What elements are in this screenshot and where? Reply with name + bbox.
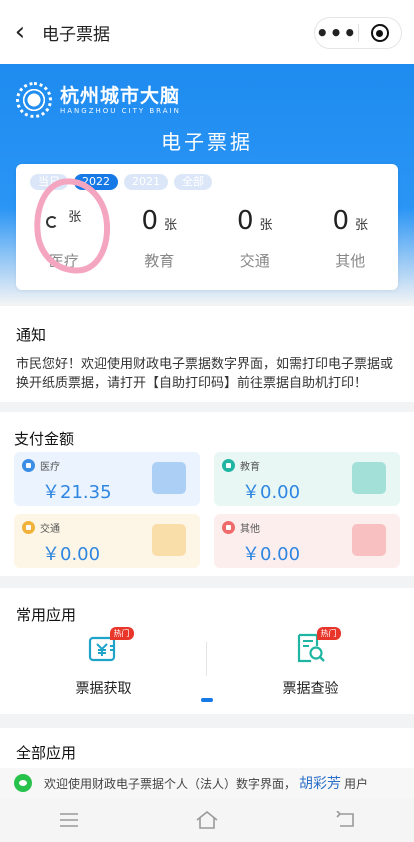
menu-icon: [60, 813, 78, 827]
page-indicator: [201, 698, 213, 702]
hero-title: 电子票据: [161, 130, 253, 154]
logo-title: 杭州城市大脑: [60, 85, 181, 107]
medical-kit-icon: [152, 462, 186, 494]
payment-label: 教育: [240, 462, 260, 473]
transport-icon: [22, 521, 35, 534]
count-value: 0: [236, 206, 254, 236]
chevron-left-icon: ‹: [14, 17, 26, 47]
welcome-text: 欢迎使用财政电子票据个人（法人）数字界面，: [44, 776, 297, 791]
ticket-search-icon: 热门: [295, 627, 341, 664]
common-apps: 热门 票据获取 热门 票据查验: [0, 627, 414, 698]
count-label: 教育: [144, 252, 175, 270]
count-unit: 张: [355, 218, 369, 233]
clipboard-icon: [352, 524, 386, 556]
common-apps-title: 常用应用: [16, 606, 77, 624]
payment-section: 支付金额 医疗 ￥21.35 教育 ￥0.00 交通 ￥0.00 其他 ￥0.0…: [0, 412, 414, 576]
back-nav-button[interactable]: [325, 805, 365, 835]
notice-title: 通知: [16, 326, 47, 344]
logo-subtitle: HANGZHOU CITY BRAIN: [60, 107, 181, 115]
payment-card-other[interactable]: 其他 ￥0.00: [214, 514, 400, 568]
app-ticket-fetch[interactable]: 热门 票据获取: [0, 627, 207, 698]
tab-2022[interactable]: 2022: [74, 174, 118, 190]
year-tabs: 当日 2022 2021 全部: [30, 174, 212, 190]
notice-section: 通知 市民您好！欢迎使用财政电子票据数字界面，如需打印电子票据或换开纸质票据，请…: [0, 306, 414, 402]
page-title: 电子票据: [42, 24, 110, 45]
payment-grid: 医疗 ￥21.35 教育 ￥0.00 交通 ￥0.00 其他 ￥0.00: [14, 452, 400, 568]
app-label: 票据查验: [282, 681, 339, 697]
notice-text: 市民您好！欢迎使用财政电子票据数字界面，如需打印电子票据或换开纸质票据，请打开【…: [16, 357, 394, 391]
more-dots-icon: •••: [315, 21, 358, 45]
payment-card-medical[interactable]: 医疗 ￥21.35: [14, 452, 200, 506]
tab-today[interactable]: 当日: [30, 174, 68, 190]
mini-program-capsule: •••: [314, 17, 402, 49]
hot-badge: 热门: [109, 627, 134, 640]
all-apps-section: 全部应用: [0, 728, 414, 768]
more-menu-button[interactable]: •••: [315, 17, 358, 49]
count-unit: 张: [164, 218, 178, 233]
count-transport[interactable]: 0 张 交通: [207, 206, 303, 271]
count-medical[interactable]: 张 医疗: [16, 173, 117, 279]
apps-divider: [206, 642, 207, 676]
payment-card-education[interactable]: 教育 ￥0.00: [214, 452, 400, 506]
ticket-count-card: 当日 2022 2021 全部 张 医疗 0 张 教育 0 张 交通 0 张 其…: [16, 164, 398, 290]
payment-label: 交通: [40, 524, 60, 535]
yuan-ticket-icon: 热门: [88, 627, 134, 664]
count-unit: 张: [259, 218, 273, 233]
loading-spinner-icon: [46, 216, 59, 228]
city-brain-logo: 杭州城市大脑 HANGZHOU CITY BRAIN: [16, 82, 181, 118]
user-name: 胡彩芳: [299, 776, 342, 792]
tab-all[interactable]: 全部: [174, 174, 212, 190]
payment-label: 其他: [240, 524, 260, 535]
medical-icon: [22, 459, 35, 472]
payment-card-transport[interactable]: 交通 ￥0.00: [14, 514, 200, 568]
welcome-suffix: 用户: [344, 776, 369, 791]
app-label: 票据获取: [75, 681, 132, 697]
wechat-icon: [14, 774, 32, 792]
graduation-cap-icon: [352, 462, 386, 494]
count-label: 其他: [335, 252, 366, 270]
hot-badge: 热门: [316, 627, 341, 640]
count-label: 医疗: [48, 252, 79, 270]
target-icon: [370, 24, 389, 42]
other-icon: [222, 521, 235, 534]
count-unit: 张: [68, 210, 82, 225]
count-other[interactable]: 0 张 其他: [303, 206, 399, 271]
close-mini-program-button[interactable]: [359, 24, 401, 42]
welcome-bar: 欢迎使用财政电子票据个人（法人）数字界面， 胡彩芳 用户: [0, 768, 414, 798]
bus-icon: [152, 524, 186, 556]
common-apps-section: 常用应用 热门 票据获取 热门 票据查验: [0, 588, 414, 714]
home-button[interactable]: [187, 805, 227, 835]
count-education[interactable]: 0 张 教育: [112, 206, 208, 271]
home-icon: [196, 810, 218, 829]
sun-logo-icon: [16, 82, 52, 118]
payment-title: 支付金额: [14, 430, 75, 448]
count-value: 0: [141, 206, 159, 236]
education-icon: [222, 459, 235, 472]
return-icon: [336, 811, 354, 827]
app-ticket-verify[interactable]: 热门 票据查验: [207, 627, 414, 698]
all-apps-title: 全部应用: [16, 744, 77, 762]
top-nav-bar: ‹ 电子票据 •••: [0, 0, 414, 64]
count-value: 0: [332, 206, 350, 236]
menu-button[interactable]: [49, 805, 89, 835]
ticket-counts: 张 医疗 0 张 教育 0 张 交通 0 张 其他: [16, 173, 399, 279]
payment-label: 医疗: [40, 462, 60, 473]
tab-2021[interactable]: 2021: [124, 174, 168, 190]
count-label: 交通: [239, 252, 270, 270]
system-nav-bar: [0, 798, 414, 842]
back-button[interactable]: ‹: [0, 0, 40, 64]
